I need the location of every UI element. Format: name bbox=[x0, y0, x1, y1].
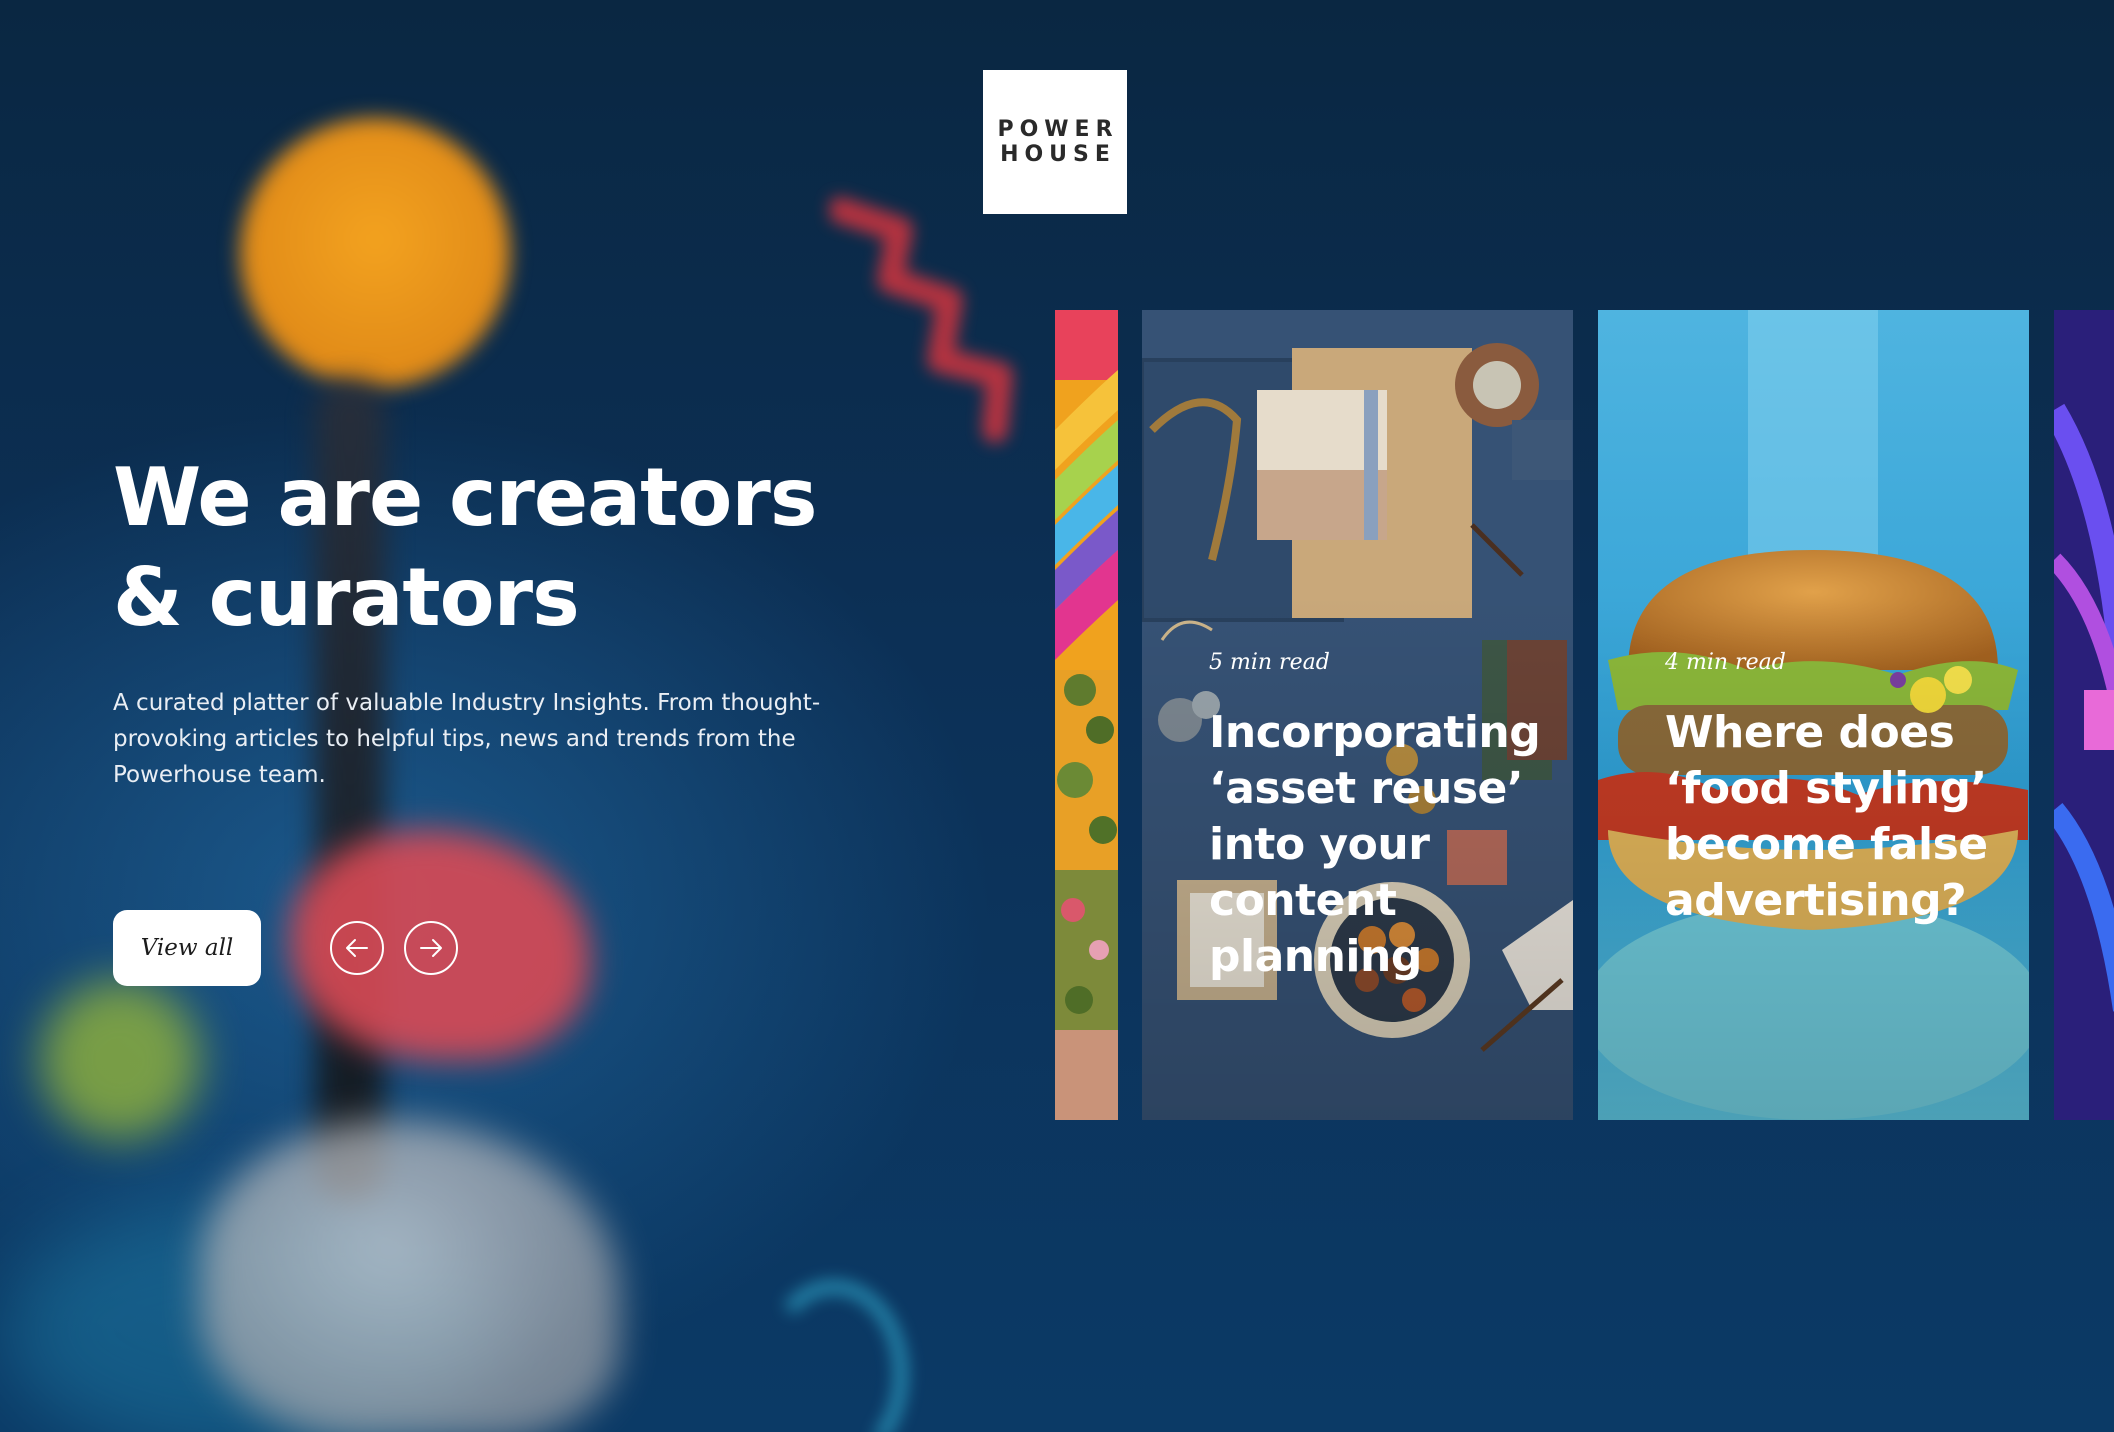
neon-tunnel-image bbox=[2054, 310, 2114, 1120]
logo-line-1: POWER bbox=[997, 117, 1119, 142]
background-orange-orb bbox=[240, 118, 510, 388]
article-card[interactable]: 4 min read Where does ‘food styling’ bec… bbox=[1598, 310, 2029, 1120]
rainbow-image bbox=[1055, 310, 1118, 1120]
carousel-prev-button[interactable] bbox=[330, 921, 384, 975]
article-card-partial-left[interactable] bbox=[1055, 310, 1118, 1120]
read-time: 5 min read bbox=[1209, 650, 1330, 675]
background-red-squiggle bbox=[830, 197, 1013, 443]
article-card[interactable]: 5 min read Incorporating ‘asset reuse’ i… bbox=[1142, 310, 1573, 1120]
page: POWER HOUSE We are creators & curators A… bbox=[0, 0, 2114, 1432]
article-card-partial-right[interactable] bbox=[2054, 310, 2114, 1120]
arrow-left-icon bbox=[346, 939, 368, 957]
carousel-next-button[interactable] bbox=[404, 921, 458, 975]
article-title: Incorporating ‘asset reuse’ into your co… bbox=[1209, 707, 1541, 982]
background-teal-arc bbox=[760, 1280, 908, 1432]
background-hand-shape bbox=[200, 1120, 620, 1432]
read-time: 4 min read bbox=[1665, 650, 1786, 675]
arrow-right-icon bbox=[420, 939, 442, 957]
powerhouse-logo[interactable]: POWER HOUSE bbox=[983, 70, 1127, 214]
article-title: Where does ‘food styling’ become false a… bbox=[1665, 707, 1988, 926]
page-title-line-1: We are creators bbox=[113, 451, 817, 544]
view-all-button[interactable]: View all bbox=[113, 910, 261, 986]
logo-line-2: HOUSE bbox=[1000, 142, 1116, 167]
hero-description: A curated platter of valuable Industry I… bbox=[113, 690, 821, 788]
page-title-line-2: & curators bbox=[113, 551, 580, 644]
background-green-shape bbox=[40, 980, 200, 1140]
page-title: We are creators & curators bbox=[113, 448, 893, 648]
